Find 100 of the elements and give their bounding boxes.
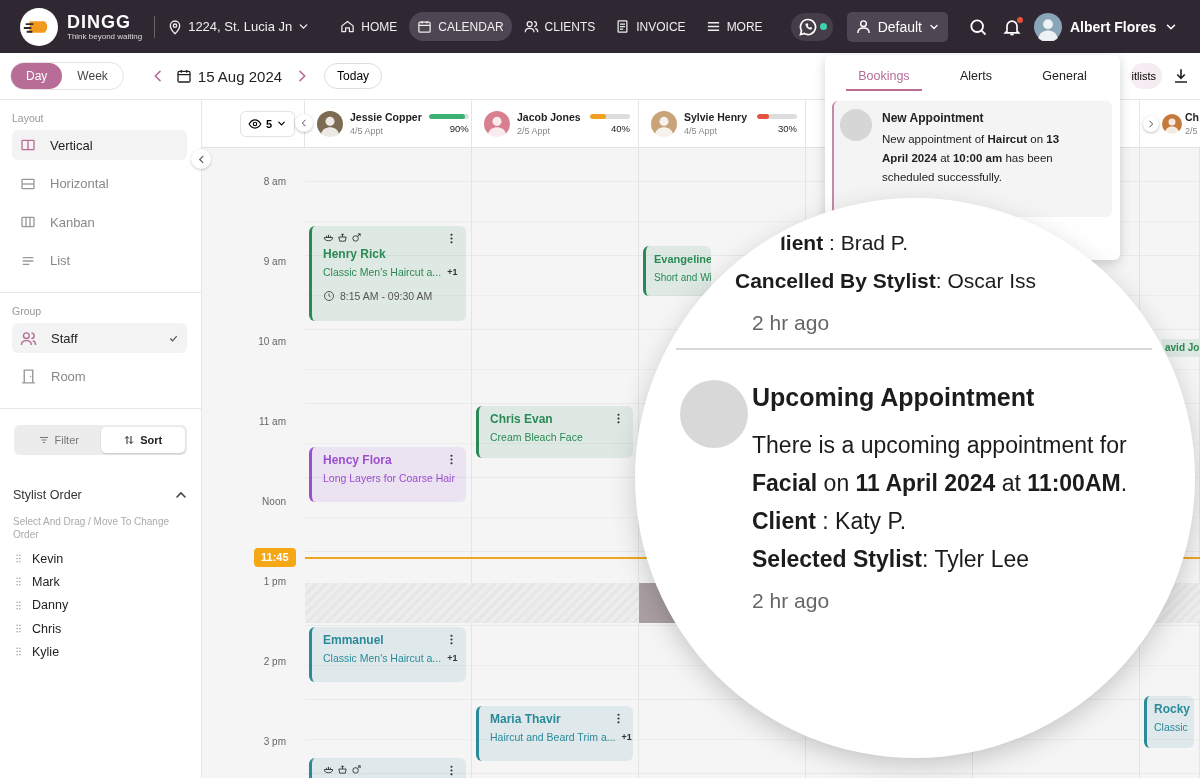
profile-dropdown[interactable]: Default <box>846 11 948 42</box>
kanban-icon <box>20 214 36 230</box>
mode-tab[interactable]: Sort <box>100 427 185 453</box>
time-label: 11 am <box>258 415 286 429</box>
client-line: Client : Katy P. <box>752 507 908 536</box>
time-label: Noon <box>262 495 286 509</box>
time-ago: 2 hr ago <box>752 310 831 336</box>
client-line: lient : Brad P. <box>780 230 909 256</box>
sort-icon <box>123 434 136 446</box>
nav-tab[interactable]: HOME <box>332 12 406 41</box>
appointment-count: 4/5 Appt <box>684 125 718 137</box>
waitlists-button[interactable]: itlists <box>1129 63 1162 89</box>
layout-option[interactable]: Horizontal <box>12 168 187 199</box>
layout-option[interactable]: Vertical <box>12 130 187 160</box>
staff-name: Sylvie Henry <box>684 110 748 124</box>
appointment-card[interactable]: Chris Evan Cream Bleach Face <box>476 406 633 458</box>
client-name: Evangeline <box>654 252 711 267</box>
staff-count-dropdown[interactable]: 5 <box>240 110 296 137</box>
filter-icon <box>37 434 50 446</box>
menu-icon <box>705 19 721 34</box>
stylist-name: Danny <box>32 598 69 613</box>
notification-message: There is a upcoming appointment for Facial on 11 April 2024 at 11:00AM. <box>752 431 1129 498</box>
appointment-card[interactable]: Emmanuel Classic Men's Haircut a... +1 <box>309 627 466 682</box>
calendar-icon <box>175 68 192 84</box>
stylist-name: Mark <box>32 574 60 589</box>
layout-option[interactable]: Kanban <box>12 207 187 237</box>
door-icon <box>20 368 37 385</box>
user-menu[interactable]: Albert Flores <box>1034 12 1179 41</box>
appointment-card[interactable]: Maria Thavir Haircut and Beard Trim a... +1 <box>476 706 633 761</box>
group-option[interactable]: Staff <box>12 323 187 353</box>
notification-tab[interactable]: Bookings <box>846 65 922 91</box>
appointment-card[interactable]: Hency Flora Long Layers for Coarse Hair <box>309 447 466 502</box>
avatar <box>651 110 677 137</box>
appointment-count: 4/5 Appt <box>350 125 384 137</box>
chevron-right-icon[interactable] <box>1146 118 1156 129</box>
view-tab[interactable]: Day <box>11 63 63 89</box>
extra-services-count: +1 <box>621 731 632 744</box>
stylist-name: Kevin <box>32 551 64 566</box>
chevron-left-icon[interactable] <box>299 118 309 128</box>
current-date: 15 Aug 2024 <box>197 67 283 85</box>
people-icon <box>20 329 37 347</box>
appointment-count: 2/5 <box>1185 125 1198 137</box>
search-icon[interactable] <box>968 16 988 37</box>
section-label: Layout <box>12 112 45 124</box>
time-label: 10 am <box>258 335 286 349</box>
location-selector[interactable]: 1224, St. Lucia Jn <box>167 18 311 35</box>
user-icon <box>854 18 872 35</box>
logo-icon <box>20 7 58 46</box>
time-ago: 2 hr ago <box>752 588 831 614</box>
home-icon <box>340 19 356 34</box>
people-icon <box>523 19 539 34</box>
utilization-percent: 90% <box>449 122 469 134</box>
notification-tab[interactable]: General <box>1030 65 1099 91</box>
notification-title: New Appointment <box>882 111 985 125</box>
service-name: Cream Bleach Face <box>490 431 583 444</box>
section-label: Group <box>12 305 43 317</box>
time-label: 2 pm <box>263 655 286 669</box>
basket-icon <box>337 764 348 775</box>
current-time-badge: 11:45 <box>254 548 296 567</box>
nav-tab[interactable]: CALENDAR <box>409 12 512 41</box>
extra-services-count: +1 <box>447 266 458 279</box>
nav-tab[interactable]: INVOICE <box>607 12 694 41</box>
service-name: Classic <box>1154 721 1188 734</box>
drag-handle-icon[interactable] <box>13 646 24 658</box>
clock-icon <box>323 290 335 302</box>
drag-handle-icon[interactable] <box>13 623 24 635</box>
client-name: Maria Thavir <box>490 712 561 727</box>
drag-handle-icon[interactable] <box>13 553 24 565</box>
time-label: 9 am <box>263 255 286 269</box>
layout-option[interactable]: List <box>12 245 187 276</box>
male-icon <box>351 764 362 775</box>
staff-name: Jessie Copper <box>350 110 422 124</box>
time-label: 1 pm <box>263 575 286 589</box>
view-tab[interactable]: Week <box>62 63 123 89</box>
eye-icon <box>248 116 262 131</box>
document-icon <box>615 19 631 34</box>
stylist-line: Selected Stylist: Tyler Lee <box>752 545 1030 574</box>
client-name: Chris Evan <box>490 412 553 427</box>
mode-tab[interactable]: Filter <box>16 427 101 453</box>
download-icon[interactable] <box>1172 67 1190 85</box>
chat-toggle[interactable] <box>790 12 833 41</box>
appointment-time: 8:15 AM - 09:30 AM <box>340 290 433 302</box>
utilization-percent: 30% <box>778 122 797 134</box>
service-name: Haircut and Beard Trim a... <box>490 731 616 744</box>
cancelled-by-line: Cancelled By Stylist: Oscar Iss <box>735 268 1038 294</box>
nav-tab[interactable]: CLIENTS <box>515 12 604 41</box>
today-button[interactable]: Today <box>324 63 383 89</box>
drag-handle-icon[interactable] <box>13 599 24 611</box>
columns-icon <box>20 137 36 153</box>
group-option[interactable]: Room <box>12 361 187 392</box>
hint-text: Select And Drag / Move To Change Order <box>13 515 171 541</box>
nav-tab[interactable]: MORE <box>697 12 771 41</box>
appointment-card[interactable]: Evangeline Short and Wi <box>643 246 711 296</box>
drag-handle-icon[interactable] <box>13 576 24 588</box>
notification-tab[interactable]: Alerts <box>948 65 1004 91</box>
appointment-card[interactable]: Henry Rick Classic Men's Haircut a... +1 8:15 AM - 09:30 AM <box>309 226 466 321</box>
brand-tagline: Think beyond waiting <box>67 32 143 41</box>
chat-icon <box>797 16 818 37</box>
utilization-bar <box>590 113 630 119</box>
stylist-name: Kylie <box>32 644 60 659</box>
